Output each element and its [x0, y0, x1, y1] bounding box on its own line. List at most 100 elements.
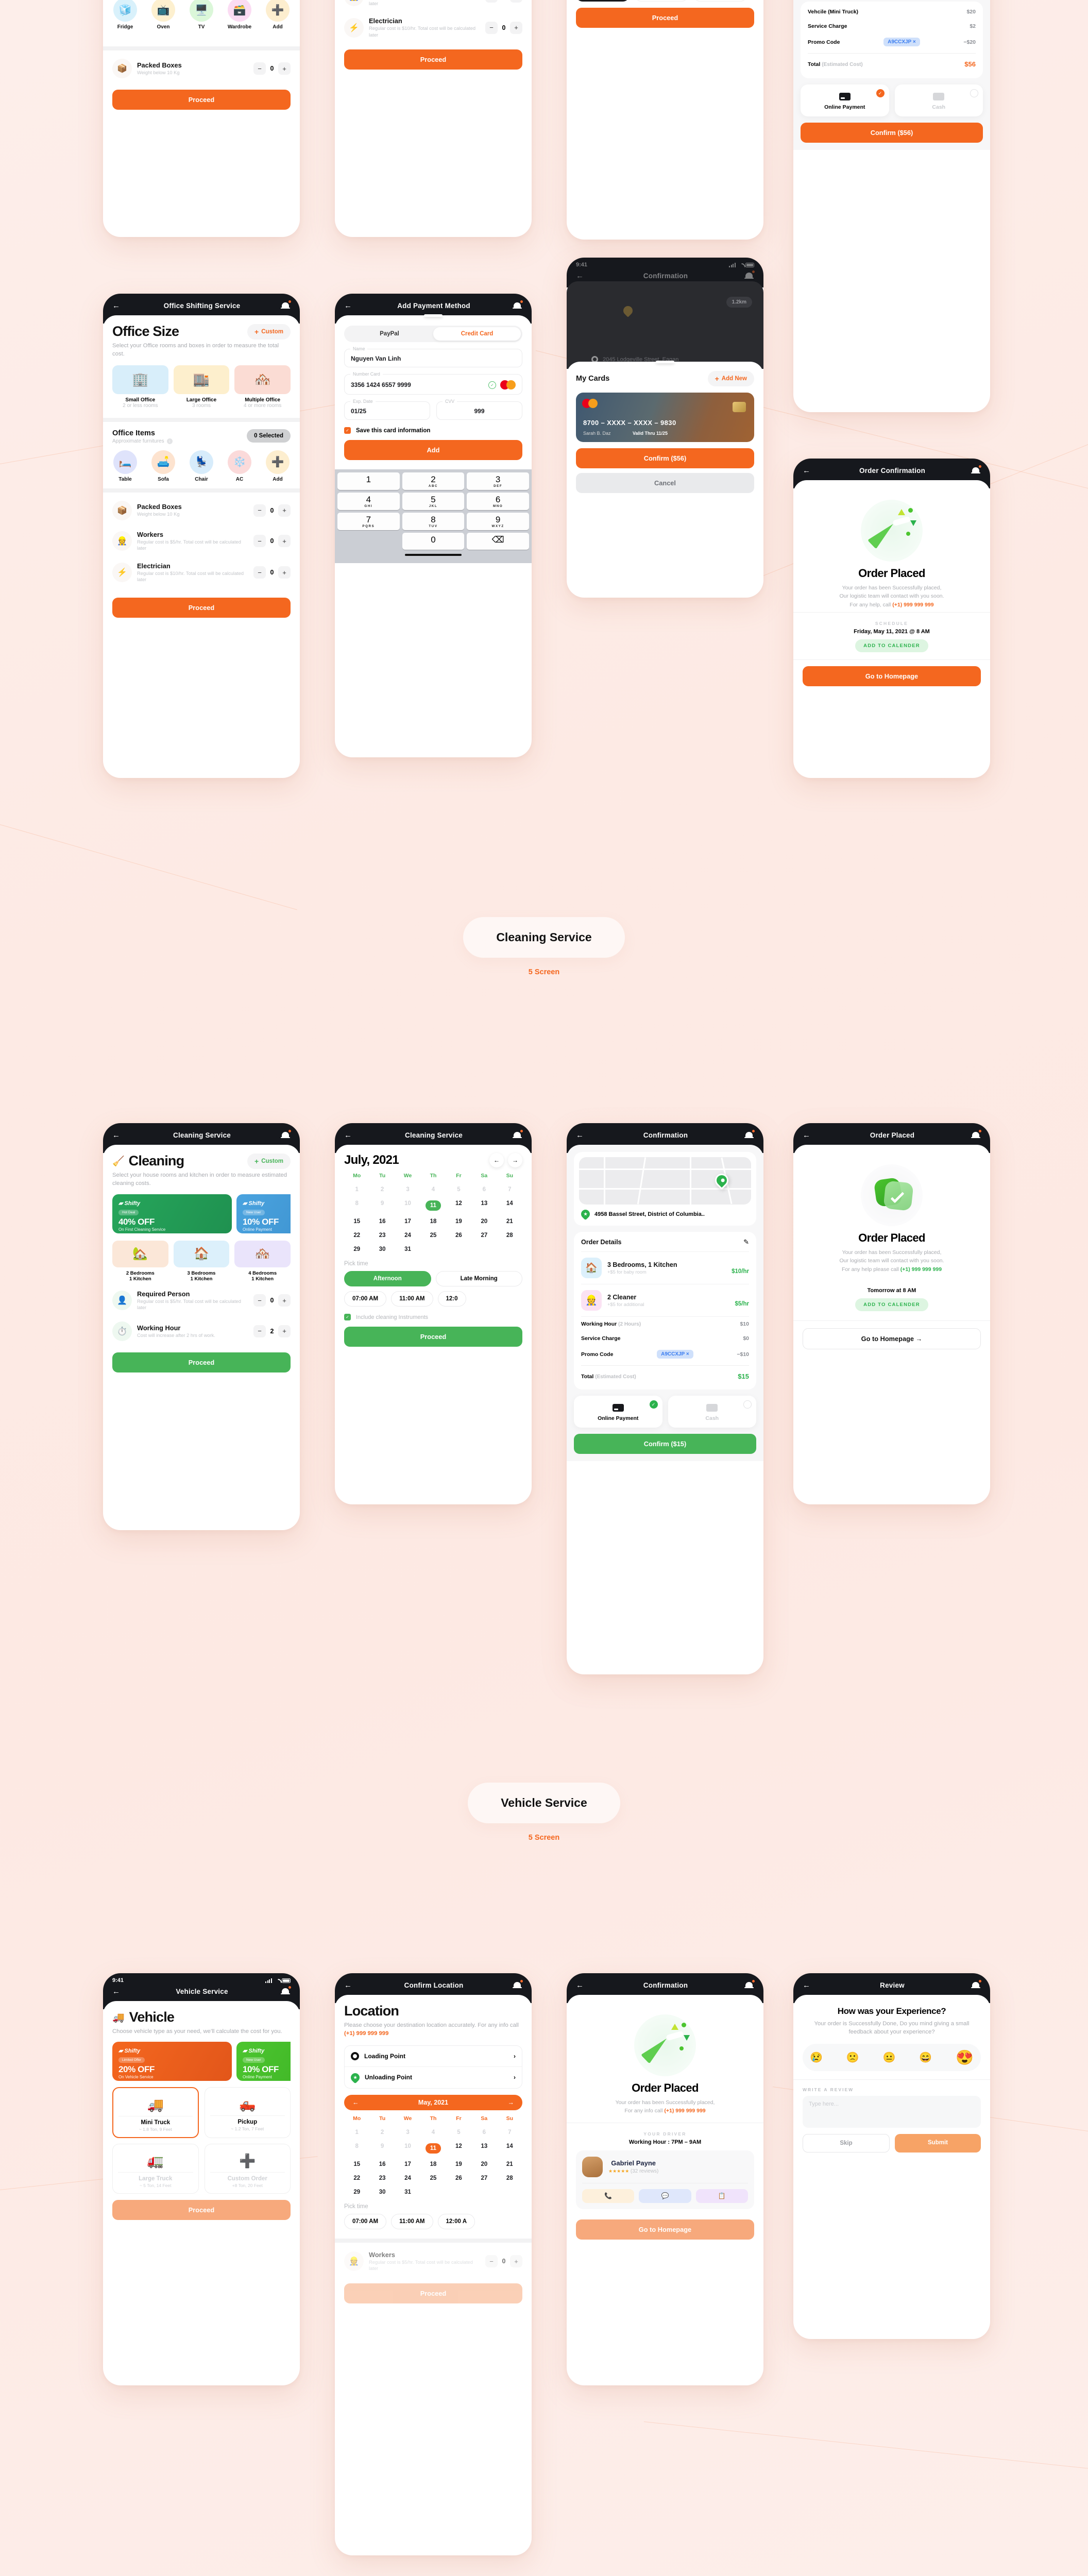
calendar-day[interactable]: 20 — [471, 1216, 497, 1227]
support-phone[interactable]: (+1) 999 999 999 — [664, 2108, 705, 2114]
keypad-key-9[interactable]: 9 WXYZ — [467, 512, 529, 530]
vehicle-option[interactable]: ⚡ 🚚 Mini Truck ~ 1.8 Ton — [576, 0, 630, 2]
calendar-day[interactable]: 14 — [497, 1198, 522, 1213]
bell-icon[interactable] — [280, 300, 291, 310]
item-option[interactable]: 🗃️ Wardrobe — [227, 0, 252, 30]
proceed-button[interactable]: Proceed — [576, 8, 754, 28]
vehicle-type-option[interactable]: 🚚 Mini Truck ~ 1.8 Ton, 9 Feet — [112, 2087, 199, 2139]
emoji-rating-2[interactable]: 🙁 — [846, 2051, 859, 2064]
screen-order-confirmation-moving[interactable]: ← Order Confirmation Order Placed Your o… — [793, 459, 990, 778]
add-new-card-button[interactable]: + Add New — [707, 371, 754, 386]
calendar-day[interactable]: 19 — [446, 1216, 471, 1227]
item-option[interactable]: ➕ Add — [265, 450, 291, 482]
calendar-day[interactable]: 24 — [395, 1230, 420, 1241]
calendar-grid[interactable]: Mo Tu We Th Fr Sa Su 1 2 3 4 5 6 7 8 9 10 11 12 13 14 15 16 17 1… — [344, 2115, 522, 2197]
increment-button[interactable]: + — [278, 62, 291, 75]
office-size-options[interactable]: 🏢 Small Office 2 or less rooms 🏬 Large O… — [112, 365, 291, 409]
payment-online[interactable]: ✓ Online Payment — [801, 84, 889, 116]
decrement-button[interactable]: − — [485, 21, 498, 34]
card-number-field[interactable]: Number Card 3356 1424 6557 9999 ✓ — [344, 371, 522, 395]
payment-cash[interactable]: Cash — [894, 84, 983, 116]
decrement-button[interactable]: − — [253, 535, 266, 548]
back-button[interactable]: ← — [344, 1981, 355, 1989]
keypad-key-1[interactable]: 1 — [337, 472, 400, 490]
calendar-day[interactable]: 13 — [471, 2141, 497, 2156]
calendar-day[interactable]: 4 — [420, 1184, 446, 1195]
calendar-day[interactable]: 5 — [446, 1184, 471, 1195]
calendar-day[interactable]: 29 — [344, 1244, 369, 1255]
calendar-day[interactable]: 22 — [344, 2173, 369, 2183]
calendar-day[interactable]: 9 — [369, 2141, 395, 2156]
proceed-button[interactable]: Proceed — [112, 597, 291, 618]
back-button[interactable]: ← — [112, 1988, 124, 1995]
calendar-day[interactable]: 5 — [446, 2127, 471, 2138]
back-button[interactable]: ← — [803, 467, 814, 474]
map-preview[interactable] — [579, 1157, 751, 1205]
details-icon[interactable]: 📋 — [695, 2189, 748, 2203]
back-button[interactable]: ← — [344, 1131, 355, 1139]
vehicle-type-grid[interactable]: 🚚 Mini Truck ~ 1.8 Ton, 9 Feet 🛻 Pickup … — [112, 2087, 291, 2194]
add-to-calendar-button[interactable]: ADD TO CALENDER — [855, 639, 928, 652]
call-icon[interactable]: 📞 — [582, 2189, 635, 2203]
house-size-option[interactable]: 🏠 3 Bedrooms 1 Kitchen — [173, 1240, 230, 1282]
emoji-rating-1[interactable]: 😢 — [810, 2051, 823, 2064]
promo-banner-list[interactable]: ▰ Shifty Limited Offer 20% OFF On Vehicl… — [112, 2042, 291, 2081]
increment-button[interactable]: + — [278, 504, 291, 517]
payment-cash[interactable]: Cash — [668, 1396, 756, 1428]
promo-chip[interactable]: A9CCXJP × — [657, 1350, 693, 1359]
calendar-day[interactable]: 22 — [344, 1230, 369, 1241]
numeric-keypad[interactable]: 1 2 ABC 3 DEF 4 GHI 5 JKL 6 MNO 7 PQRS 8 TUV 9 … — [335, 469, 532, 564]
calendar-day[interactable]: 1 — [344, 1184, 369, 1195]
calendar-day[interactable]: 26 — [446, 2173, 471, 2183]
calendar-day[interactable]: 23 — [369, 1230, 395, 1241]
review-textarea[interactable]: Type here... — [803, 2095, 981, 2128]
support-phone[interactable]: (+1) 999 999 999 — [900, 1266, 942, 1273]
decrement-button[interactable]: − — [253, 566, 266, 579]
stepper-row[interactable]: ⏱️ Working Hour Cost will increase after… — [112, 1316, 291, 1346]
prev-month-button[interactable]: ← — [489, 1153, 504, 1167]
keypad-key-8[interactable]: 8 TUV — [402, 512, 465, 530]
payment-online[interactable]: ✓ Online Payment — [574, 1396, 662, 1428]
vehicle-option[interactable]: 🛻 Pickup ~ 1.2 Ton — [635, 0, 688, 2]
keypad-key-5[interactable]: 5 JKL — [402, 492, 465, 510]
screen-vehicle-select[interactable]: 2045 Lodgeville Road, Eagan... × ★ 3329 … — [567, 0, 763, 240]
promo-banner[interactable]: ▰ Shifty Hot Deal 40% OFF On First Clean… — [112, 1194, 232, 1233]
driver-card[interactable]: Gabriel Payne ★★★★★ (32 reviews) 📞 💬 📋 — [576, 2150, 754, 2209]
stepper-row[interactable]: 📦 Packed Boxes Weight below 10 Kg − 0 + — [112, 496, 291, 526]
add-card-button[interactable]: Add — [344, 440, 522, 460]
promo-chip[interactable]: A9CCXJP × — [883, 38, 920, 46]
bell-icon[interactable] — [280, 1986, 291, 1996]
drag-handle[interactable] — [656, 361, 674, 363]
decrement-button[interactable]: − — [253, 1325, 266, 1337]
period-pill-late-morning[interactable]: Late Morning — [435, 1271, 522, 1286]
bell-icon[interactable] — [971, 1980, 981, 1990]
back-button[interactable]: ← — [576, 1981, 587, 1989]
credit-card[interactable]: 8700 – XXXX – XXXX – 9830 Sarah B. Daz V… — [576, 393, 754, 442]
calendar-day[interactable]: 17 — [395, 1216, 420, 1227]
increment-button[interactable]: + — [278, 1294, 291, 1307]
calendar-day[interactable]: 25 — [420, 2173, 446, 2183]
skip-button[interactable]: Skip — [803, 2133, 890, 2153]
bell-icon[interactable] — [744, 1130, 755, 1140]
calendar-day[interactable]: 31 — [395, 2187, 420, 2197]
keypad-key-3[interactable]: 3 DEF — [467, 472, 529, 490]
bell-icon[interactable] — [512, 1980, 523, 1990]
message-icon[interactable]: 💬 — [639, 2189, 691, 2203]
calendar-day[interactable]: 24 — [395, 2173, 420, 2183]
packed-boxes-stepper[interactable]: − 0 + — [253, 62, 291, 75]
calendar-day[interactable]: 19 — [446, 2159, 471, 2170]
confirm-button[interactable]: Confirm ($56) — [576, 448, 754, 468]
calendar-day[interactable]: 15 — [344, 2159, 369, 2170]
stepper-row[interactable]: ⚡ Electrician Regular cost is $10/hr. To… — [112, 557, 291, 588]
tab-paypal[interactable]: PayPal — [346, 327, 433, 341]
radio-icon[interactable] — [970, 89, 978, 97]
keypad-key-⌫[interactable]: ⌫ — [467, 532, 529, 550]
promo-line[interactable]: Promo Code A9CCXJP × −$20 — [808, 33, 976, 50]
row-stepper[interactable]: − 0 + — [485, 21, 522, 34]
calendar-day[interactable]: 2 — [369, 2127, 395, 2138]
loading-point-row[interactable]: Loading Point › — [345, 2046, 522, 2066]
keypad-key-6[interactable]: 6 MNO — [467, 492, 529, 510]
calendar-day[interactable]: 29 — [344, 2187, 369, 2197]
back-button[interactable]: ← — [344, 302, 355, 310]
chevron-right-icon[interactable]: › — [514, 2053, 516, 2060]
